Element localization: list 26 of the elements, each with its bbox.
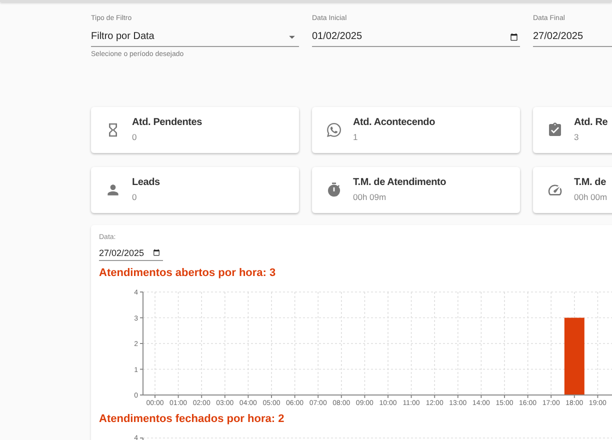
card-value: 3 (574, 130, 580, 144)
chart-title: Atendimentos fechados por hora: 2 (99, 412, 284, 426)
card-value: 1 (353, 130, 359, 144)
calendar-icon (510, 33, 518, 41)
card-title: T.M. de Atendimento (353, 176, 446, 189)
date-field[interactable]: 27/02/2025 (533, 27, 612, 47)
card-value: 00h 09m (353, 190, 388, 204)
person-icon (105, 182, 121, 198)
filter-select[interactable]: Filtro por Data (91, 27, 299, 47)
date-field[interactable]: 01/02/2025 (312, 27, 520, 47)
card-value: 0 (132, 190, 138, 204)
card-value: 00h 00m (574, 190, 608, 204)
card-title: Atd. Acontecendo (353, 116, 435, 129)
stopwatch-icon (326, 182, 342, 198)
chart-title: Atendimentos abertos por hora: 3 (99, 266, 276, 281)
clipboard-check-icon (547, 122, 563, 138)
card-title: Atd. Pendentes (132, 116, 202, 129)
calendar-icon (153, 249, 160, 256)
speedometer-icon (547, 182, 563, 198)
card-title: T.M. de (574, 176, 607, 189)
card-value: 0 (132, 130, 138, 144)
card-title: Atd. Re (574, 116, 608, 129)
date-field[interactable]: 27/02/2025 (99, 245, 163, 261)
chat-phone-icon (326, 122, 342, 138)
card-title: Leads (132, 176, 160, 189)
y-axis (140, 438, 144, 440)
